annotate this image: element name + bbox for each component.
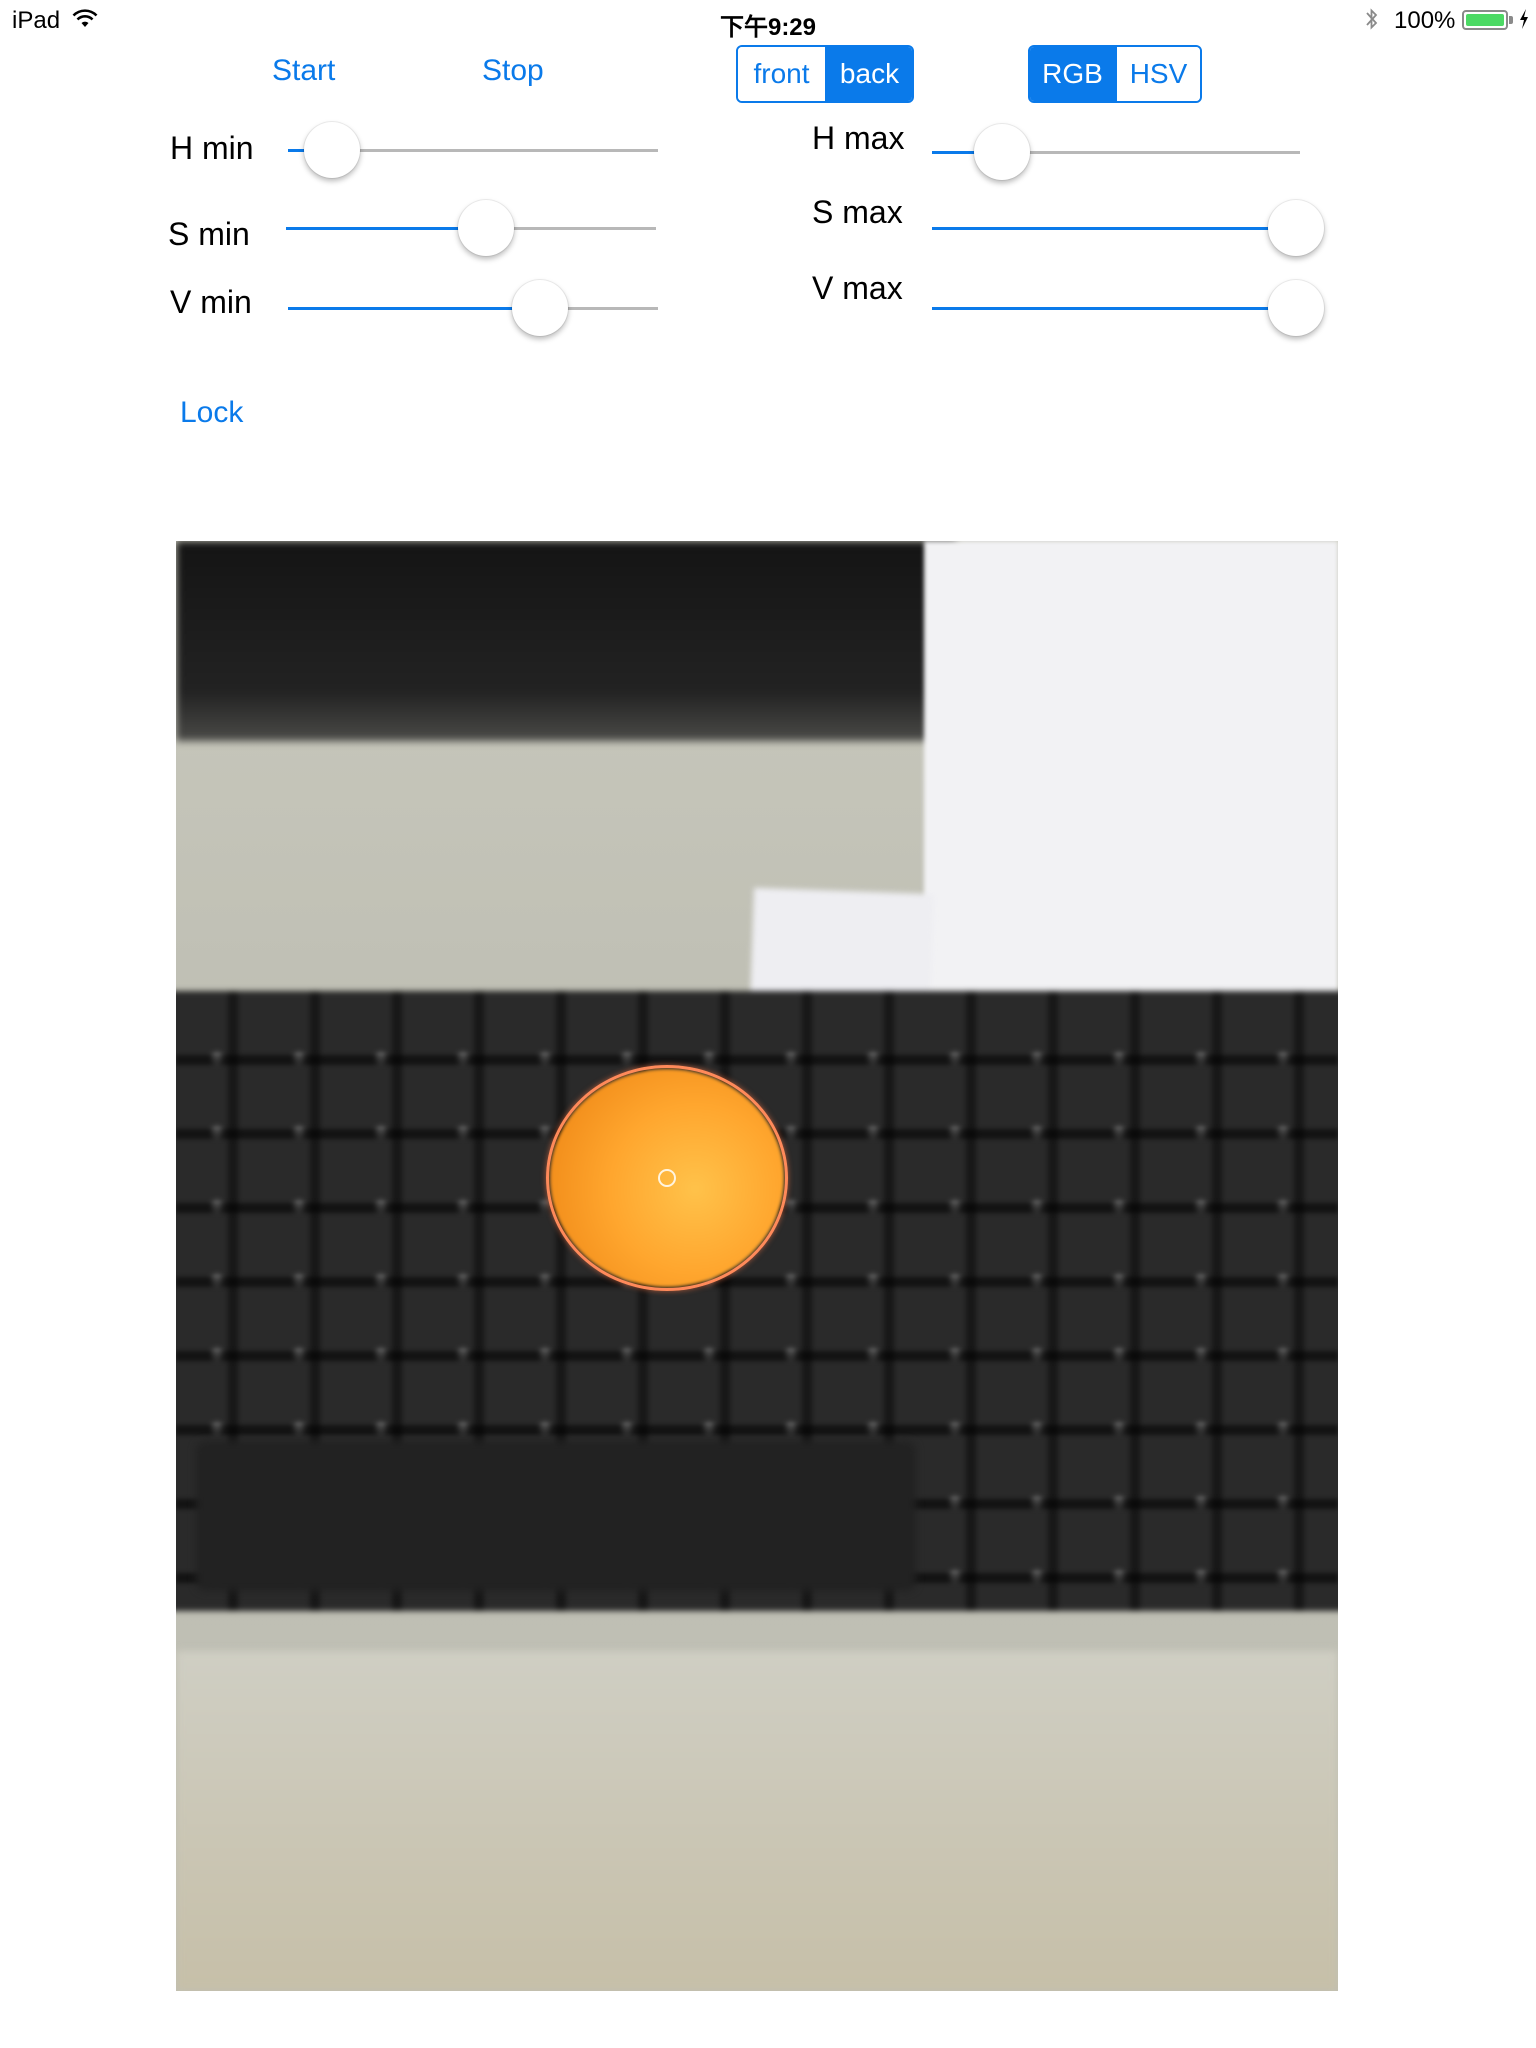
h-max-label: H max: [812, 120, 905, 156]
start-button[interactable]: Start: [272, 54, 335, 88]
slider-thumb[interactable]: [511, 280, 568, 336]
background-paper: [924, 541, 1338, 1011]
slider-thumb[interactable]: [1268, 280, 1325, 336]
s-min-slider[interactable]: [286, 200, 656, 256]
h-min-slider[interactable]: [288, 122, 658, 178]
camera-back-option[interactable]: back: [825, 47, 912, 101]
v-min-slider[interactable]: [288, 280, 658, 336]
v-max-slider[interactable]: [932, 280, 1325, 336]
v-max-label: V max: [812, 270, 903, 306]
clock: 下午9:29: [719, 14, 817, 41]
camera-preview[interactable]: [176, 541, 1338, 1991]
s-min-label: S min: [168, 216, 250, 252]
slider-thumb[interactable]: [973, 124, 1030, 180]
keyboard-spacebar: [196, 1441, 916, 1591]
s-max-slider[interactable]: [932, 200, 1325, 256]
h-min-label: H min: [170, 130, 254, 166]
slider-fill: [932, 307, 1297, 310]
status-bar: iPad 下午9:29 100%: [0, 0, 1536, 41]
camera-front-option[interactable]: front: [738, 47, 825, 101]
mode-hsv-option[interactable]: HSV: [1114, 47, 1200, 101]
battery-percent: 100%: [1394, 7, 1456, 34]
h-max-slider[interactable]: [932, 124, 1300, 180]
desk-surface: [176, 1651, 1338, 1991]
camera-selector: front back: [736, 45, 914, 103]
bluetooth-icon: [1366, 8, 1378, 30]
mode-rgb-option[interactable]: RGB: [1030, 47, 1115, 101]
slider-thumb[interactable]: [1268, 200, 1325, 256]
battery-icon: [1462, 10, 1508, 30]
s-max-label: S max: [812, 194, 903, 230]
stop-button[interactable]: Stop: [482, 54, 544, 88]
slider-thumb[interactable]: [457, 200, 514, 256]
v-min-label: V min: [170, 284, 252, 320]
lock-button[interactable]: Lock: [180, 396, 243, 430]
battery-cap: [1509, 16, 1513, 24]
slider-thumb[interactable]: [304, 122, 361, 178]
charging-bolt-icon: [1520, 9, 1528, 29]
detection-center-marker: [658, 1169, 676, 1187]
background-monitor: [176, 541, 956, 741]
slider-fill: [932, 227, 1297, 230]
color-mode-selector: RGB HSV: [1028, 45, 1202, 103]
battery-level: [1466, 14, 1504, 26]
slider-fill: [286, 227, 486, 230]
slider-fill: [288, 307, 540, 310]
